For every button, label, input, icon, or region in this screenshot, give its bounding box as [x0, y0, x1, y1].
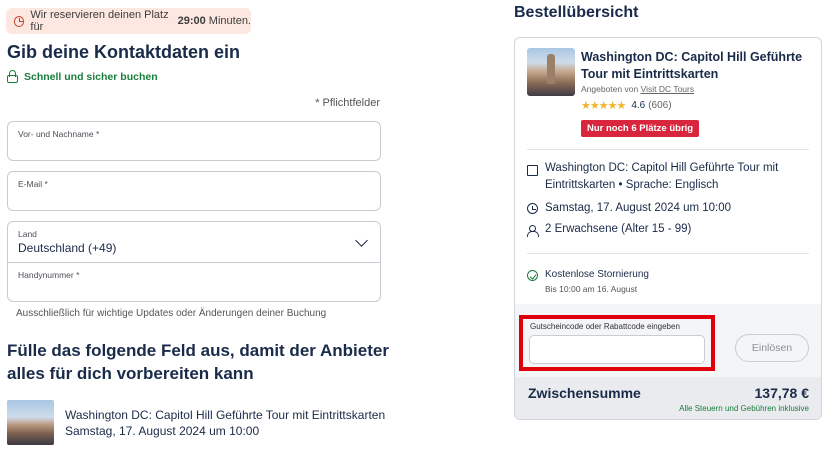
reservation-timer: Wir reservieren deinen Platz für 29:00 M… [6, 8, 251, 34]
review-count: (606) [648, 100, 672, 111]
provider-line: Angeboten von Visit DC Tours [581, 84, 694, 94]
ticket-icon [527, 165, 538, 176]
phone-label: Handynummer * [18, 270, 80, 280]
order-summary-card: Washington DC: Capitol Hill Geführte Tou… [514, 37, 822, 420]
email-field[interactable]: E-Mail * [7, 171, 381, 211]
name-field[interactable]: Vor- und Nachname * [7, 121, 381, 161]
star-rating-icon: ★★★★★ [581, 100, 626, 112]
voucher-input[interactable] [529, 335, 705, 364]
people-icon [527, 225, 539, 237]
voucher-label: Gutscheincode oder Rabattcode eingeben [530, 322, 680, 331]
tax-note: Alle Steuern und Gebühren inklusive [679, 404, 809, 413]
country-value: Deutschland (+49) [18, 241, 117, 255]
secure-text: Schnell und sicher buchen [24, 70, 158, 83]
country-label: Land [18, 229, 37, 239]
provider-link[interactable]: Visit DC Tours [641, 84, 695, 94]
name-label: Vor- und Nachname * [18, 129, 100, 139]
voucher-section: Gutscheincode oder Rabattcode eingeben E… [515, 304, 821, 377]
timer-text: Wir reservieren deinen Platz für [30, 9, 169, 33]
detail-people: 2 Erwachsene (Alter 15 - 99) [545, 223, 692, 235]
subtotal-section: Zwischensumme 137,78 € Alle Steuern und … [515, 377, 821, 419]
divider [527, 253, 809, 254]
email-label: E-Mail * [18, 179, 48, 189]
phone-hint: Ausschließlich für wichtige Updates oder… [16, 308, 327, 319]
availability-badge: Nur noch 6 Plätze übrig [581, 120, 700, 137]
secure-booking: Schnell und sicher buchen [7, 70, 158, 83]
contact-heading: Gib deine Kontaktdaten ein [7, 42, 241, 62]
cancellation-deadline: Bis 10:00 am 16. August [545, 284, 638, 294]
required-note: * Pflichtfelder [315, 97, 380, 109]
subtotal-label: Zwischensumme [528, 385, 641, 401]
phone-field[interactable]: Handynummer * [7, 262, 381, 302]
tour-date: Samstag, 17. August 2024 um 10:00 [65, 424, 260, 438]
lock-icon [7, 70, 18, 83]
divider [527, 149, 809, 150]
order-title: Washington DC: Capitol Hill Geführte Tou… [581, 50, 803, 81]
offered-by: Angeboten von [581, 84, 639, 94]
check-circle-icon [527, 270, 538, 281]
country-select[interactable]: Land Deutschland (+49) [7, 221, 381, 263]
order-thumbnail [527, 48, 575, 96]
timer-suffix: Minuten. [208, 15, 251, 27]
free-cancellation: Kostenlose Stornierung [545, 269, 649, 280]
clock-icon [527, 203, 538, 214]
tour-title: Washington DC: Capitol Hill Geführte Tou… [65, 408, 386, 422]
tour-thumbnail [7, 400, 54, 445]
order-heading: Bestellübersicht [514, 4, 639, 21]
detail-tour: Washington DC: Capitol Hill Geführte Tou… [545, 162, 779, 191]
clock-icon [14, 15, 25, 27]
chevron-down-icon[interactable] [355, 234, 368, 247]
subtotal-value: 137,78 € [754, 385, 810, 401]
rating-value: 4.6 [631, 100, 646, 111]
provider-heading: Fülle das folgende Feld aus, damit der A… [7, 341, 389, 383]
detail-date: Samstag, 17. August 2024 um 10:00 [545, 202, 732, 214]
redeem-button[interactable]: Einlösen [735, 334, 809, 362]
timer-time: 29:00 [177, 15, 206, 27]
voucher-highlight: Gutscheincode oder Rabattcode eingeben [519, 315, 715, 371]
rating: ★★★★★ 4.6 (606) [581, 99, 672, 112]
